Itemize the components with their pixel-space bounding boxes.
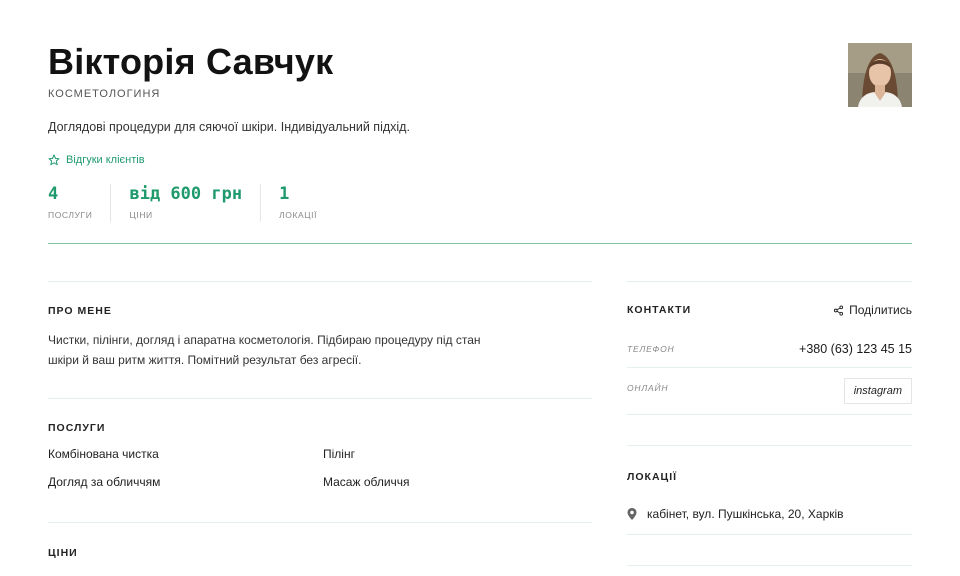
about-section: ПРО МЕНЕ Чистки, пілінги, догляд і апара… bbox=[48, 305, 592, 370]
prices-section: ЦІНИ bbox=[48, 547, 592, 559]
stat-label: ЦІНИ bbox=[129, 210, 153, 220]
online-label: ОНЛАЙН bbox=[627, 383, 669, 393]
list-item: Пілінг bbox=[323, 447, 355, 461]
map-pin-icon bbox=[627, 508, 637, 520]
about-title: ПРО МЕНЕ bbox=[48, 305, 112, 317]
stat-value: 4 bbox=[48, 184, 59, 204]
location-address: кабінет, вул. Пушкінська, 20, Харків bbox=[647, 507, 844, 521]
instagram-link[interactable]: instagram bbox=[843, 378, 912, 404]
profile-tagline: Доглядові процедури для сяючої шкіри. Ін… bbox=[48, 120, 410, 134]
prices-title: ЦІНИ bbox=[48, 547, 78, 559]
stat-label: ПОСЛУГИ bbox=[48, 210, 93, 220]
stat-locations: 1 ЛОКАЦІЇ bbox=[279, 184, 335, 222]
share-icon bbox=[834, 304, 844, 316]
phone-link[interactable]: +380 (63) 123 45 15 bbox=[799, 342, 912, 356]
section-divider bbox=[627, 445, 912, 446]
avatar bbox=[848, 43, 912, 107]
services-section: ПОСЛУГИ Комбінована чистка Пілінг Догляд… bbox=[48, 422, 592, 489]
profile-role: КОСМЕТОЛОГИНЯ bbox=[48, 88, 161, 100]
section-divider bbox=[48, 281, 592, 282]
header-divider bbox=[48, 243, 912, 244]
list-item: Масаж обличчя bbox=[323, 475, 410, 489]
services-title: ПОСЛУГИ bbox=[48, 422, 106, 434]
row-divider bbox=[627, 367, 912, 368]
online-row: ОНЛАЙН instagram bbox=[627, 378, 912, 404]
star-icon bbox=[48, 154, 60, 166]
phone-row: ТЕЛЕФОН +380 (63) 123 45 15 bbox=[627, 340, 912, 358]
page-title: Вікторія Савчук bbox=[48, 41, 334, 82]
stats-bar: 4 ПОСЛУГИ від 600 грн ЦІНИ 1 ЛОКАЦІЇ bbox=[48, 184, 353, 222]
profile-header: Вікторія Савчук КОСМЕТОЛОГИНЯ Доглядові … bbox=[48, 40, 912, 166]
phone-label: ТЕЛЕФОН bbox=[627, 344, 675, 354]
row-divider bbox=[627, 414, 912, 415]
contacts-header: КОНТАКТИ Поділитись bbox=[627, 303, 912, 317]
share-button[interactable]: Поділитись bbox=[833, 303, 912, 317]
section-divider bbox=[627, 565, 912, 566]
stat-value: 1 bbox=[279, 184, 290, 204]
reviews-link[interactable]: Відгуки клієнтів bbox=[48, 154, 912, 166]
locations-title: ЛОКАЦІЇ bbox=[627, 471, 678, 483]
about-text: Чистки, пілінги, догляд і апаратна косме… bbox=[48, 333, 481, 367]
contacts-title: КОНТАКТИ bbox=[627, 304, 692, 316]
list-item: Догляд за обличчям bbox=[48, 475, 161, 489]
stat-label: ЛОКАЦІЇ bbox=[279, 210, 318, 220]
share-label: Поділитись bbox=[849, 303, 912, 317]
list-item: Комбінована чистка bbox=[48, 447, 159, 461]
stat-value: від 600 грн bbox=[129, 184, 243, 204]
stat-services: 4 ПОСЛУГИ bbox=[48, 184, 112, 222]
section-divider bbox=[627, 281, 912, 282]
row-divider bbox=[627, 534, 912, 535]
reviews-link-label: Відгуки клієнтів bbox=[66, 154, 145, 166]
services-list: Комбінована чистка Пілінг Догляд за обли… bbox=[48, 447, 592, 489]
locations-section: ЛОКАЦІЇ bbox=[627, 471, 912, 483]
section-divider bbox=[48, 398, 592, 399]
section-divider bbox=[48, 522, 592, 523]
location-item[interactable]: кабінет, вул. Пушкінська, 20, Харків bbox=[627, 507, 912, 521]
stat-prices: від 600 грн ЦІНИ bbox=[129, 184, 262, 222]
